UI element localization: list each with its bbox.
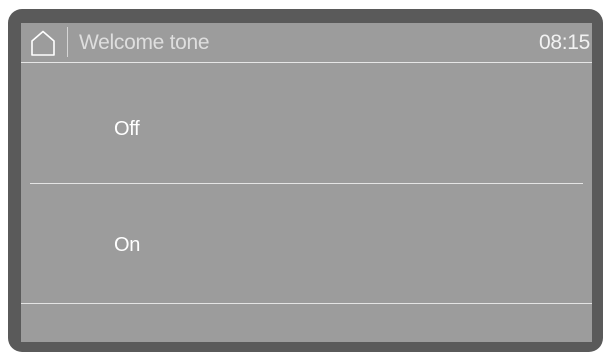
device-bezel: Welcome tone 08:15 Off On [8, 9, 603, 352]
option-off[interactable]: Off [21, 63, 592, 183]
display-screen: Welcome tone 08:15 Off On [21, 23, 592, 342]
home-button[interactable] [29, 29, 57, 57]
header-separator [67, 27, 68, 57]
option-on-label: On [114, 234, 141, 256]
option-divider-bottom [21, 303, 592, 304]
page-title: Welcome tone [79, 31, 210, 54]
header-bar: Welcome tone 08:15 [21, 23, 592, 63]
clock-time: 08:15 [538, 31, 590, 54]
home-icon [31, 30, 55, 56]
option-on[interactable]: On [21, 184, 592, 303]
option-off-label: Off [114, 118, 140, 140]
